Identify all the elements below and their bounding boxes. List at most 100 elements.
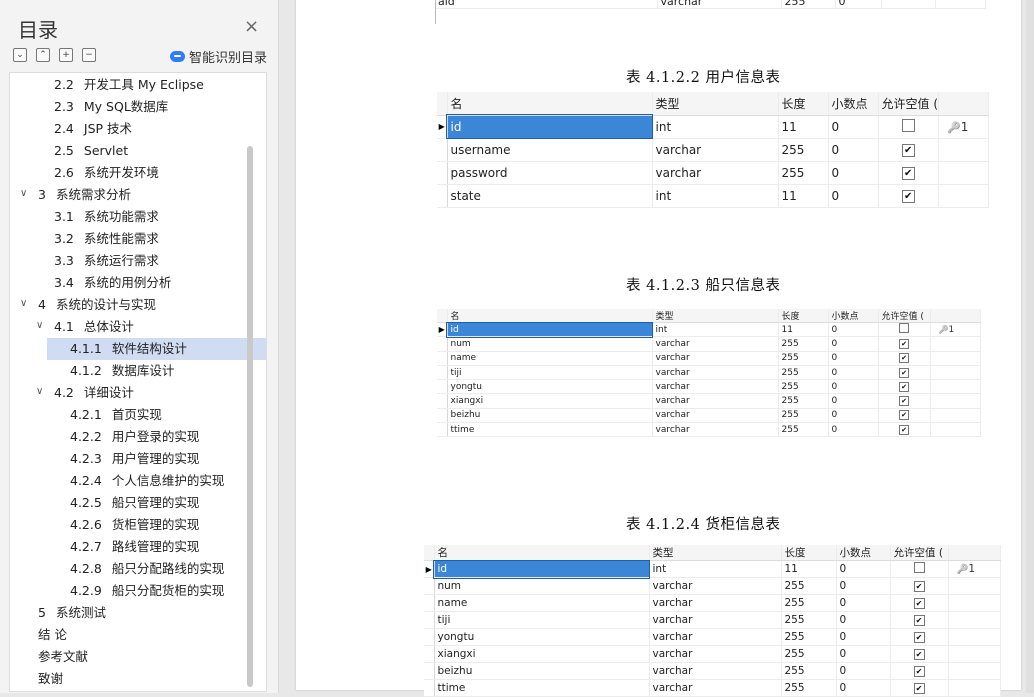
checked-checkbox[interactable]: ✔ xyxy=(913,615,925,626)
nullable-cell[interactable]: ✔ xyxy=(878,351,931,366)
table-cell[interactable]: varchar xyxy=(649,628,782,646)
toc-item[interactable]: 2.6 系统开发环境 xyxy=(10,162,266,184)
nullable-cell[interactable]: ✔ xyxy=(890,611,949,629)
table-cell[interactable]: varchar xyxy=(652,408,779,424)
table-cell[interactable]: 255 xyxy=(778,379,829,395)
toc-item[interactable]: 2.5 Servlet xyxy=(10,140,266,162)
field-name-cell[interactable]: id xyxy=(446,114,653,139)
checked-checkbox[interactable]: ✔ xyxy=(899,410,909,421)
table-cell[interactable]: varchar xyxy=(652,393,779,409)
field-name-cell[interactable]: beizhu xyxy=(447,408,653,424)
table-cell[interactable]: 0 xyxy=(836,594,891,612)
toc-item[interactable]: 3.3 系统运行需求 xyxy=(10,250,266,272)
field-name-cell[interactable]: tiji xyxy=(434,611,650,629)
field-name-cell[interactable]: xiangxi xyxy=(434,645,650,663)
document-scrollbar[interactable] xyxy=(1026,0,1034,693)
toc-item[interactable]: 4.1.1 软件结构设计 xyxy=(47,338,266,360)
table-cell[interactable]: varchar xyxy=(649,662,782,680)
nullable-cell[interactable] xyxy=(890,560,949,578)
table-cell[interactable]: varchar xyxy=(649,645,782,663)
nullable-cell[interactable]: ✔ xyxy=(878,365,931,381)
checked-checkbox[interactable]: ✔ xyxy=(901,144,915,157)
field-name-cell[interactable]: num xyxy=(434,577,650,595)
table-row[interactable]: tiji varchar 255 0 ✔ xyxy=(437,365,981,381)
table-row[interactable]: num varchar 255 0 ✔ xyxy=(424,577,1001,595)
table-cell[interactable]: 255 xyxy=(781,577,837,595)
table-cell[interactable]: 255 xyxy=(778,365,829,381)
checked-checkbox[interactable]: ✔ xyxy=(899,424,909,435)
checked-checkbox[interactable]: ✔ xyxy=(913,581,925,592)
checked-checkbox[interactable]: ✔ xyxy=(913,649,925,660)
field-name-cell[interactable]: ttime xyxy=(447,422,653,438)
checked-checkbox[interactable]: ✔ xyxy=(901,190,915,203)
field-name-cell[interactable]: id xyxy=(446,321,653,338)
table-cell[interactable]: 11 xyxy=(778,184,829,208)
toc-item[interactable]: 4.2.1 首页实现 xyxy=(10,404,266,426)
field-name-cell[interactable]: ttime xyxy=(434,679,650,697)
nullable-cell[interactable]: ✔ xyxy=(878,336,931,352)
unchecked-checkbox[interactable] xyxy=(913,562,925,573)
table-row[interactable]: ▶ id int 11 0 🔑1 xyxy=(424,559,1001,579)
field-name-cell[interactable]: name xyxy=(447,351,653,366)
toc-item[interactable]: 参考文献 xyxy=(10,646,266,668)
table-cell[interactable]: 0 xyxy=(836,662,891,680)
toc-scrollbar[interactable] xyxy=(247,146,253,687)
table-row[interactable]: xiangxi varchar 255 0 ✔ xyxy=(437,393,981,409)
table-cell[interactable]: 0 xyxy=(828,322,879,338)
table-cell[interactable]: varchar xyxy=(652,138,779,162)
field-name-cell[interactable]: id xyxy=(433,559,650,579)
table-cell[interactable]: varchar xyxy=(649,577,782,595)
checked-checkbox[interactable]: ✔ xyxy=(899,367,909,378)
field-name-cell[interactable]: name xyxy=(434,594,650,612)
table-cell[interactable]: 255 xyxy=(778,408,829,424)
toc-item[interactable]: 2.3 My SQL数据库 xyxy=(10,96,266,118)
field-name-cell[interactable]: yongtu xyxy=(434,628,650,646)
table-cell[interactable]: varchar xyxy=(649,611,782,629)
table-cell[interactable]: 0 xyxy=(828,365,879,381)
table-cell[interactable]: 11 xyxy=(778,322,829,338)
toc-item[interactable]: 4.2.6 货柜管理的实现 xyxy=(10,514,266,536)
toc-item[interactable]: 5 系统测试 xyxy=(10,602,266,624)
checked-checkbox[interactable]: ✔ xyxy=(913,598,925,609)
expand-down-icon[interactable]: ⌄ xyxy=(13,48,27,62)
table-row[interactable]: yongtu varchar 255 0 ✔ xyxy=(424,628,1001,646)
checked-checkbox[interactable]: ✔ xyxy=(913,666,925,677)
table-cell[interactable]: varchar xyxy=(652,351,779,366)
toc-item[interactable]: 3 系统需求分析 xyxy=(10,184,266,206)
nullable-cell[interactable]: ✔ xyxy=(878,161,939,185)
table-cell[interactable]: 255 xyxy=(781,679,837,697)
checked-checkbox[interactable]: ✔ xyxy=(899,353,909,364)
table-cell[interactable]: 255 xyxy=(778,336,829,352)
nullable-cell[interactable]: ✔ xyxy=(890,645,949,663)
toc-item[interactable]: 4.2.8 船只分配路线的实现 xyxy=(10,558,266,580)
table-cell[interactable]: varchar xyxy=(652,336,779,352)
nullable-cell[interactable] xyxy=(878,322,931,338)
toc-item[interactable]: 2.4 JSP 技术 xyxy=(10,118,266,140)
toc-item[interactable]: 4.2 详细设计 xyxy=(10,382,266,404)
toc-item[interactable]: 4.2.4 个人信息维护的实现 xyxy=(10,470,266,492)
nullable-cell[interactable] xyxy=(878,115,939,139)
table-row[interactable]: xiangxi varchar 255 0 ✔ xyxy=(424,645,1001,663)
table-cell[interactable]: 255 xyxy=(781,611,837,629)
table-cell[interactable]: 255 xyxy=(781,594,837,612)
smart-toc-button[interactable]: 智能识别目录 xyxy=(170,47,267,66)
chevron-down-icon[interactable]: ∨ xyxy=(36,386,43,397)
table-row[interactable]: ▶ id int 11 0 🔑1 xyxy=(437,321,981,338)
collapse-up-icon[interactable]: ⌃ xyxy=(36,48,50,62)
table-cell[interactable]: 0 xyxy=(828,336,879,352)
table-row[interactable]: yongtu varchar 255 0 ✔ xyxy=(437,379,981,395)
field-name-cell[interactable]: username xyxy=(447,138,653,162)
table-cell[interactable]: 0 xyxy=(836,560,891,578)
table-cell[interactable]: 11 xyxy=(781,560,837,578)
table-cell[interactable]: 255 xyxy=(778,138,829,162)
toc-item[interactable]: 4.2.2 用户登录的实现 xyxy=(10,426,266,448)
table-cell[interactable]: varchar xyxy=(652,161,779,185)
table-cell[interactable]: 255 xyxy=(778,422,829,438)
checked-checkbox[interactable]: ✔ xyxy=(899,338,909,349)
table-row[interactable]: ▶ id int 11 0 🔑1 xyxy=(437,114,989,139)
table-row[interactable]: ttime varchar 255 0 ✔ xyxy=(424,679,1001,697)
nullable-cell[interactable]: ✔ xyxy=(890,594,949,612)
chevron-down-icon[interactable]: ∨ xyxy=(20,298,27,309)
toc-item[interactable]: 2.2 开发工具 My Eclipse xyxy=(10,74,266,96)
table-cell[interactable]: int xyxy=(652,322,779,338)
